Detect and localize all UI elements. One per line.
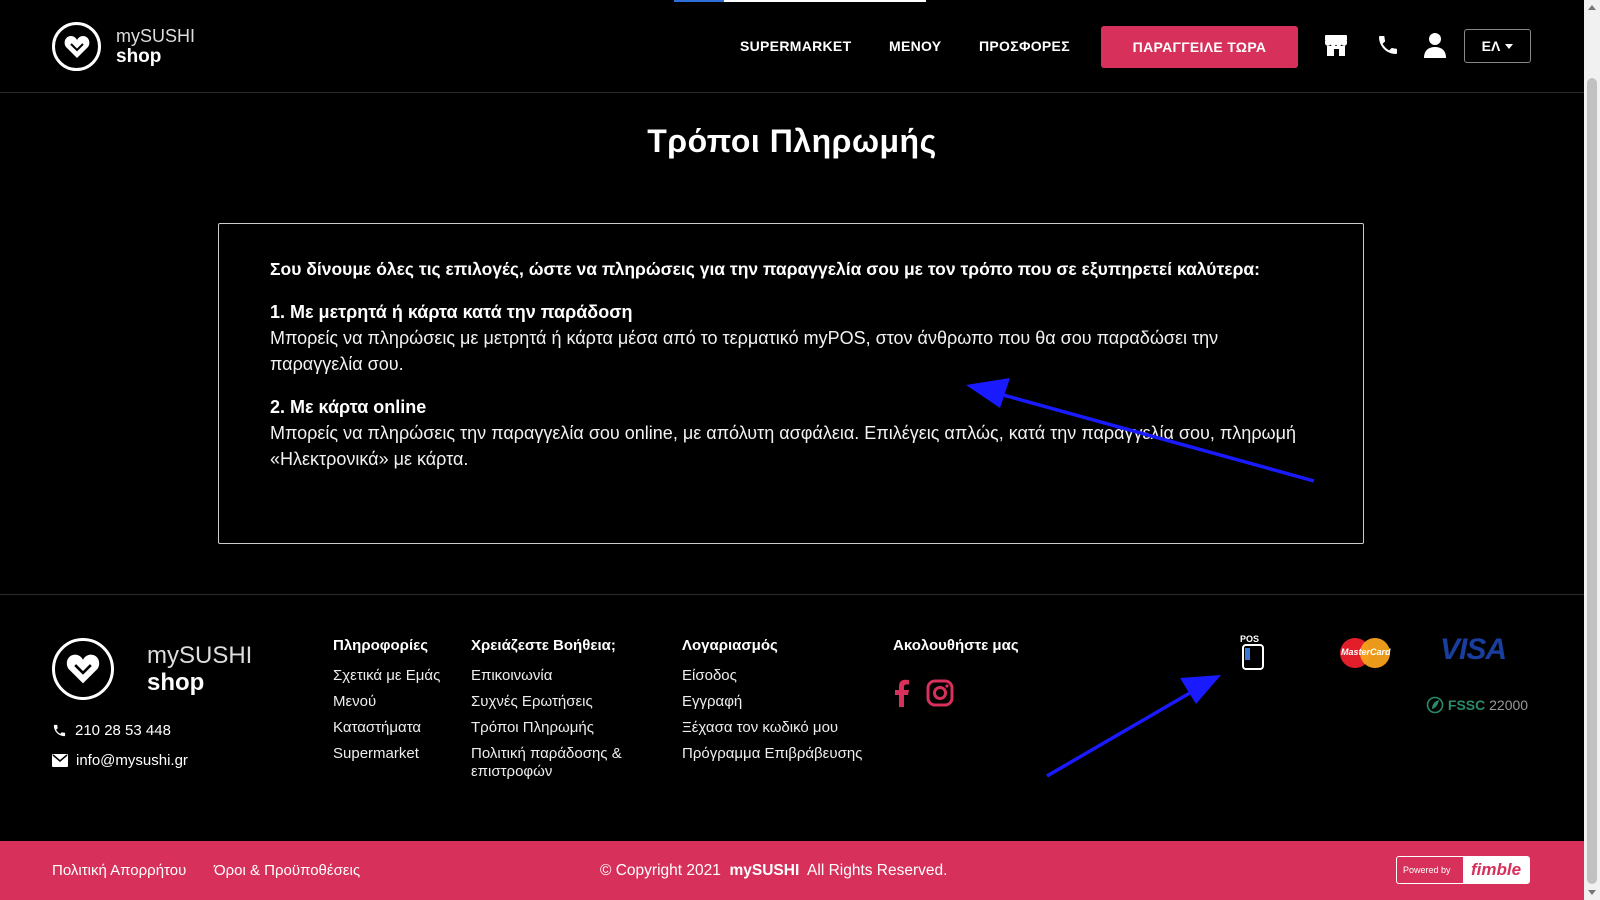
user-icon[interactable] [1423, 32, 1447, 63]
instagram-icon[interactable] [926, 679, 954, 712]
footer-link-stores[interactable]: Καταστήματα [333, 719, 440, 737]
scrollbar-thumb[interactable] [1587, 78, 1597, 884]
section-heading-cash-card: 1. Με μετρητά ή κάρτα κατά την παράδοση [270, 302, 633, 322]
footer-column-help: Χρειάζεστε Βοήθεια; Επικοινωνία Συχνές Ε… [471, 637, 661, 789]
footer-column-title: Λογαριασμός [682, 637, 778, 654]
section-text-online: Μπορείς να πληρώσεις την παραγγελία σου … [270, 423, 1296, 469]
footer-link-login[interactable]: Είσοδος [682, 667, 867, 685]
copyright-prefix: © Copyright 2021 [600, 862, 721, 879]
payment-methods-box: Σου δίνουμε όλες τις επιλογές, ώστε να π… [218, 223, 1364, 544]
intro-text: Σου δίνουμε όλες τις επιλογές, ώστε να π… [270, 259, 1261, 279]
page-scrollbar[interactable] [1584, 0, 1600, 900]
email-icon [52, 754, 68, 767]
heart-logo-icon [52, 22, 101, 71]
pos-label: POS [1240, 634, 1260, 644]
section-text-cash-card: Μπορείς να πληρώσεις με μετρητά ή κάρτα … [270, 328, 1219, 374]
footer-column-info: Πληροφορίες Σχετικά με Εμάς Μενού Καταστ… [333, 637, 440, 771]
powered-by-badge[interactable]: Powered by fimble [1396, 856, 1530, 884]
chevron-down-icon [1505, 43, 1514, 49]
footer-link-about[interactable]: Σχετικά με Εμάς [333, 667, 440, 685]
footer-link-menu[interactable]: Μενού [333, 693, 440, 711]
heart-logo-icon [52, 638, 114, 700]
footer-link-contact[interactable]: Επικοινωνία [471, 667, 661, 685]
footer-phone[interactable]: 210 28 53 448 [52, 722, 171, 739]
logo-text-bottom: shop [116, 46, 162, 67]
footer-link-register[interactable]: Εγγραφή [682, 693, 867, 711]
privacy-policy-link[interactable]: Πολιτική Απορρήτου [52, 862, 186, 879]
footer-column-title: Χρειάζεστε Βοήθεια; [471, 637, 616, 654]
scroll-down-arrow-icon[interactable] [1588, 890, 1596, 895]
fssc-label: FSSC [1447, 697, 1486, 713]
fssc-number: 22000 [1489, 697, 1529, 713]
footer-email[interactable]: info@mysushi.gr [52, 752, 188, 769]
mastercard-logo: MasterCard [1339, 637, 1391, 674]
site-footer: mySUSHI shop 210 28 53 448 info@mysushi.… [0, 594, 1584, 841]
mypos-logo: POS [1240, 635, 1266, 675]
footer-column-follow: Ακολουθήστε μας [893, 637, 1019, 667]
footer-column-account: Λογαριασμός Είσοδος Εγγραφή Ξέχασα τον κ… [682, 637, 867, 771]
footer-link-forgot-password[interactable]: Ξέχασα τον κωδικό μου [682, 719, 867, 737]
footer-column-title: Ακολουθήστε μας [893, 637, 1019, 654]
pos-terminal-icon [1242, 644, 1264, 670]
leaf-icon [1426, 696, 1444, 714]
terms-link[interactable]: Όροι & Προϋποθέσεις [214, 862, 360, 879]
mastercard-wordmark: MasterCard [1341, 647, 1391, 657]
social-links [894, 679, 954, 712]
footer-email-address: info@mysushi.gr [76, 752, 188, 769]
footer-column-title: Πληροφορίες [333, 637, 429, 654]
footer-phone-number: 210 28 53 448 [75, 722, 171, 739]
footer-logo-text-bottom: shop [147, 668, 205, 696]
copyright-text: © Copyright 2021 mySUSHI All Rights Rese… [600, 862, 947, 880]
facebook-icon[interactable] [894, 679, 910, 712]
footer-link-supermarket[interactable]: Supermarket [333, 745, 440, 763]
language-dropdown[interactable]: ΕΛ [1464, 29, 1531, 63]
nav-menu[interactable]: ΜΕΝΟΥ [889, 38, 941, 54]
copyright-brand: mySUSHI [729, 862, 800, 879]
footer-logo-text-top: mySUSHI [147, 641, 253, 669]
copyright-suffix: All Rights Reserved. [807, 862, 948, 879]
scroll-up-arrow-icon[interactable] [1588, 5, 1596, 10]
language-label: ΕΛ [1481, 38, 1501, 54]
footer-logo[interactable]: mySUSHI shop [52, 638, 252, 700]
order-now-button[interactable]: ΠΑΡΑΓΓΕΙΛΕ ΤΩΡΑ [1101, 26, 1298, 68]
visa-logo: VISA [1440, 633, 1507, 666]
footer-link-payment-methods[interactable]: Τρόποι Πληρωμής [471, 719, 661, 737]
logo-text-top: mySUSHI [116, 26, 196, 46]
phone-icon [53, 724, 66, 737]
section-heading-online: 2. Με κάρτα online [270, 397, 427, 417]
loading-progress-bar [674, 0, 926, 2]
fssc-22000-logo: FSSC 22000 [1426, 696, 1528, 714]
store-icon[interactable] [1323, 32, 1349, 63]
nav-offers[interactable]: ΠΡΟΣΦΟΡΕΣ [979, 38, 1070, 54]
powered-by-label: Powered by [1403, 865, 1451, 875]
fimble-logo: fimble [1463, 857, 1529, 883]
footer-link-faq[interactable]: Συχνές Ερωτήσεις [471, 693, 661, 711]
site-header: mySUSHI shop SUPERMARKET ΜΕΝΟΥ ΠΡΟΣΦΟΡΕΣ… [0, 0, 1584, 93]
footer-link-rewards[interactable]: Πρόγραμμα Επιβράβευσης [682, 745, 867, 763]
nav-supermarket[interactable]: SUPERMARKET [740, 38, 851, 54]
bottom-bar: Πολιτική Απορρήτου Όροι & Προϋποθέσεις ©… [0, 841, 1584, 900]
page-title: Τρόποι Πληρωμής [647, 123, 937, 159]
site-logo[interactable]: mySUSHI shop [52, 22, 195, 71]
footer-link-delivery-policy[interactable]: Πολιτική παράδοσης & επιστροφών [471, 745, 661, 781]
phone-icon[interactable] [1376, 32, 1400, 63]
